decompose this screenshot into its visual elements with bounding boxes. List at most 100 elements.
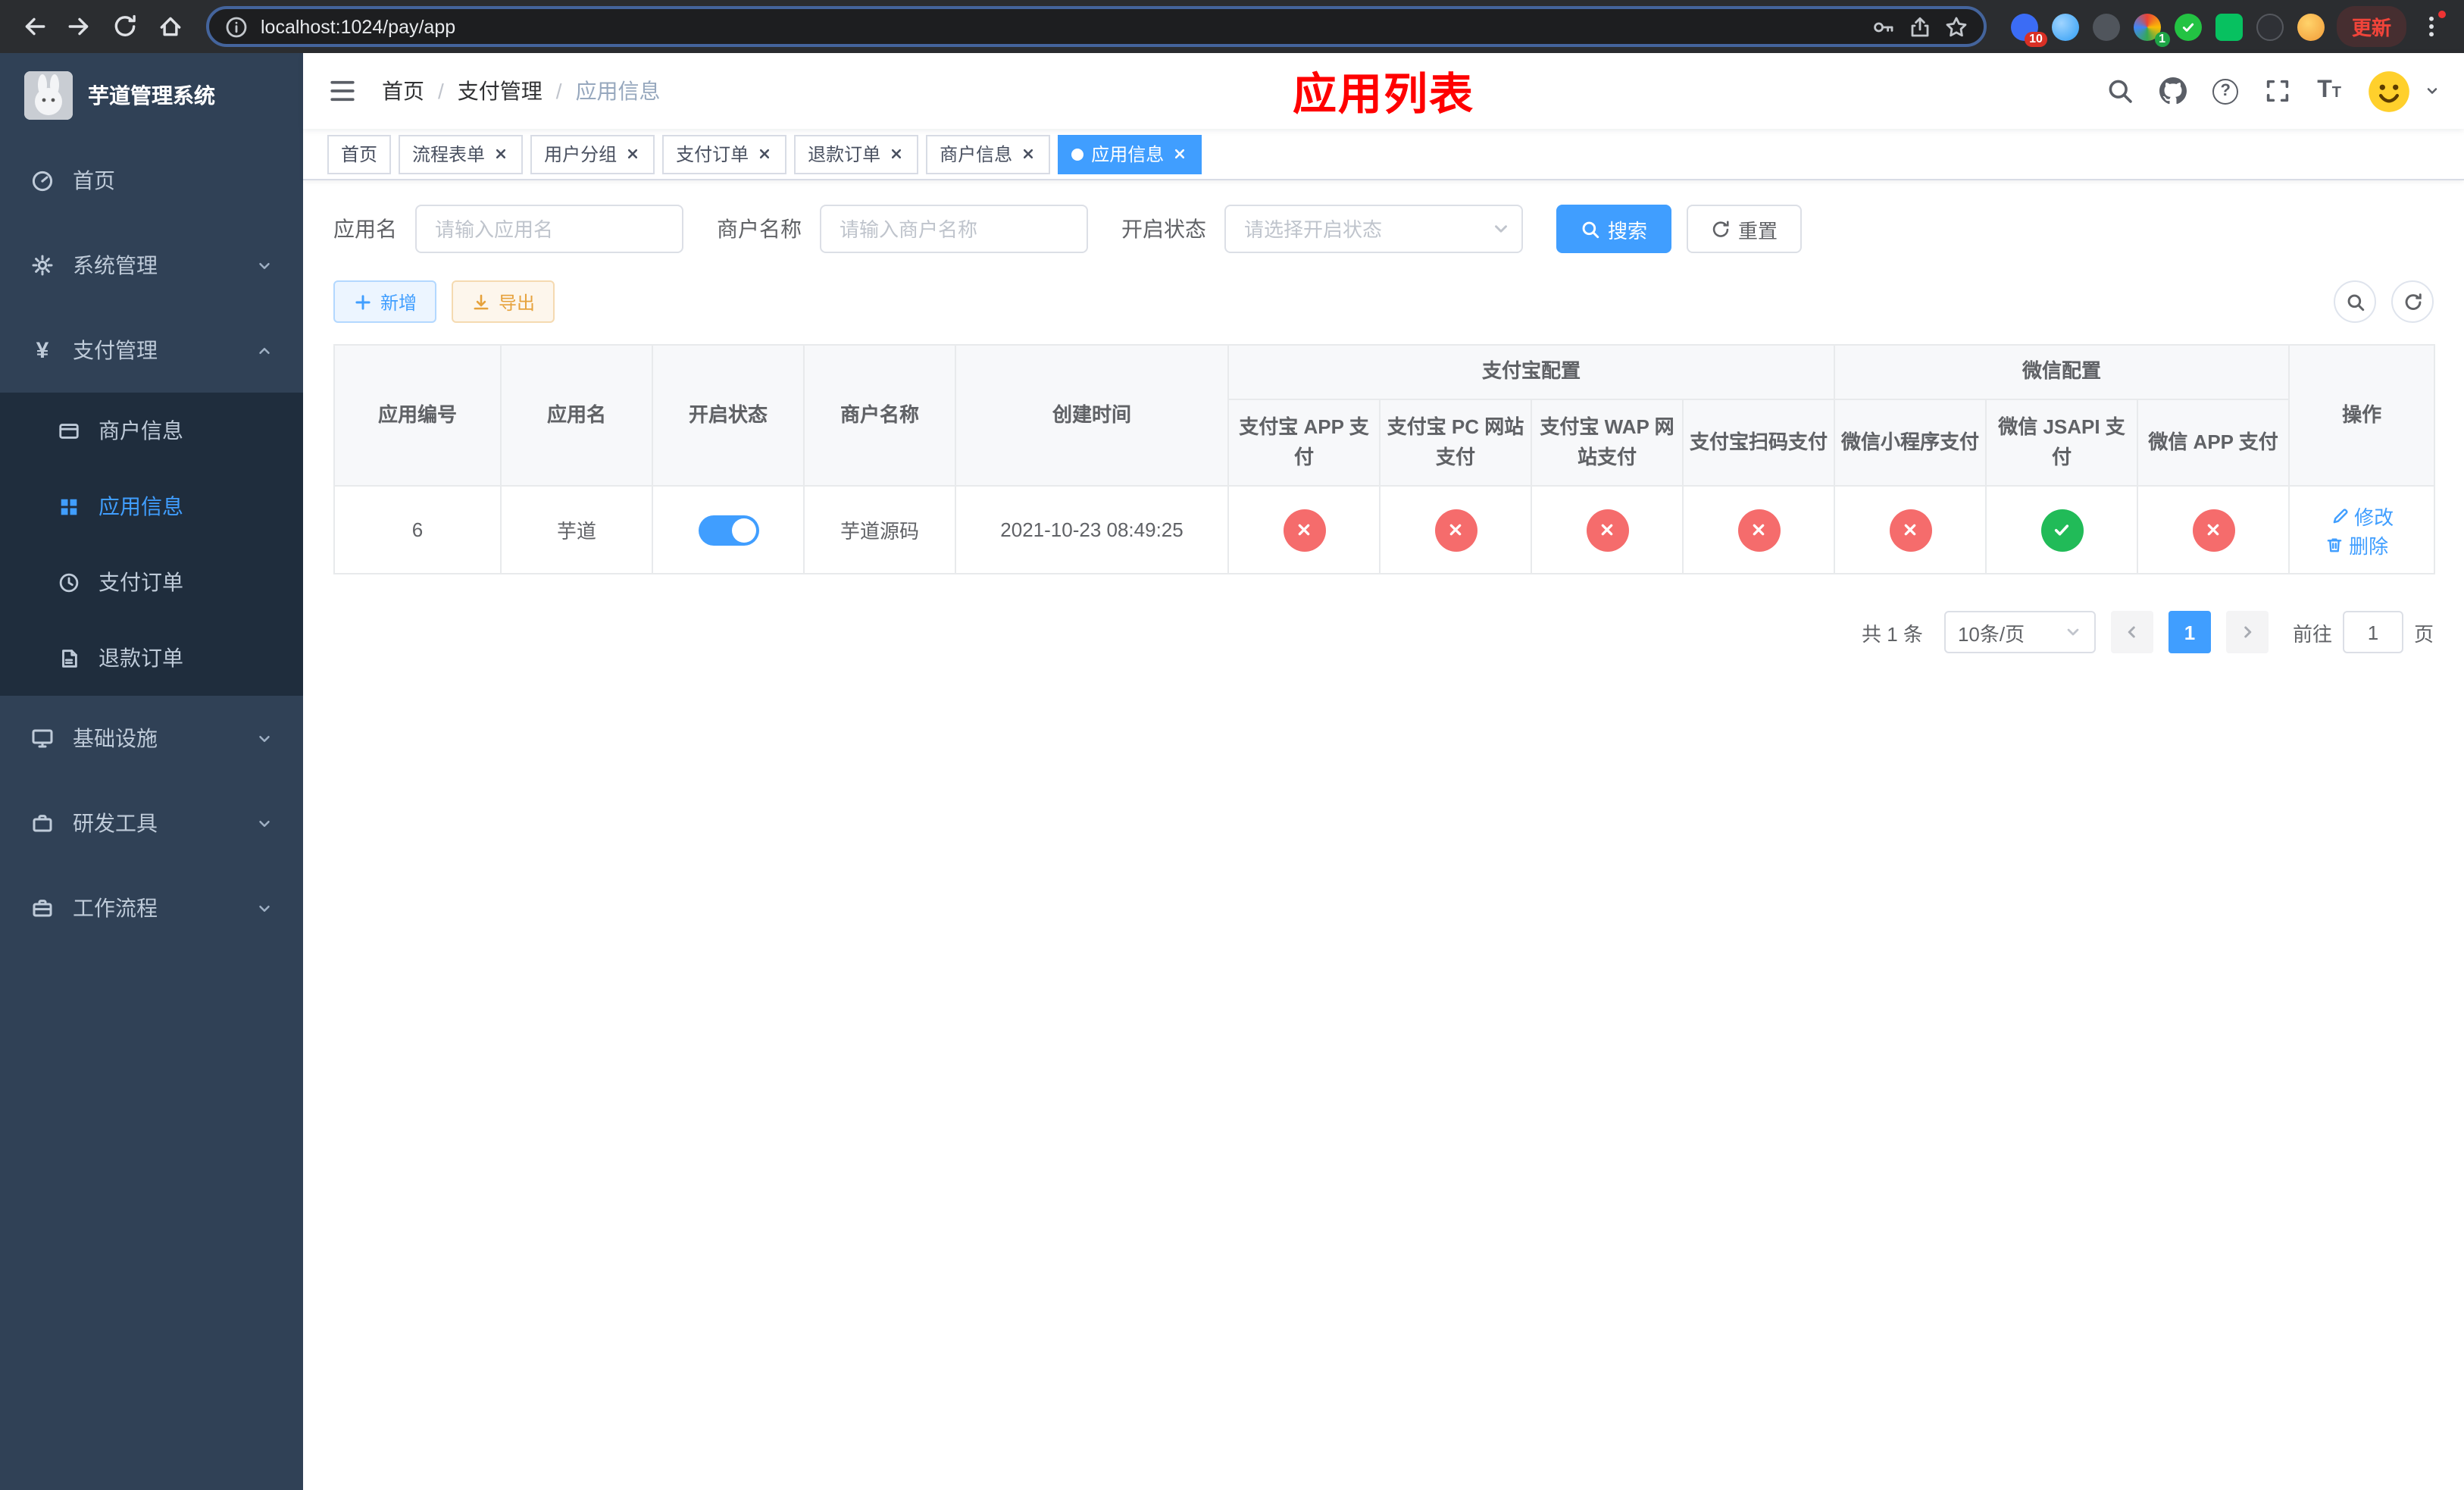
main-area: 首页 / 支付管理 / 应用信息 应用列表 ? TT 首页 流程表单 用户分组 … (303, 53, 2464, 1490)
sidebar-item-dev-tools[interactable]: 研发工具 (0, 781, 303, 866)
tab-label: 商户信息 (940, 144, 1013, 165)
extension-icon-7[interactable] (2256, 13, 2284, 40)
status-select[interactable] (1224, 205, 1523, 253)
close-icon[interactable] (888, 146, 905, 162)
goto-page-input[interactable] (2342, 611, 2403, 654)
extension-icon-4[interactable]: 1 (2133, 13, 2170, 46)
sidebar-item-label: 支付管理 (73, 338, 158, 362)
sidebar-item-payment-orders[interactable]: 支付订单 (0, 544, 303, 620)
search-icon[interactable] (2106, 77, 2134, 105)
col-header-wx-lite: 微信小程序支付 (1834, 398, 1987, 487)
search-button[interactable]: 搜索 (1556, 205, 1672, 253)
forward-button[interactable] (58, 5, 100, 48)
page-size-select[interactable]: 10条/页 (1943, 611, 2096, 654)
yuan-icon: ¥ (36, 337, 49, 363)
avatar-caret-icon[interactable] (2425, 83, 2440, 99)
font-size-large-glyph: T (2317, 77, 2332, 103)
sidebar-item-payment[interactable]: ¥ 支付管理 (0, 308, 303, 393)
merchant-name-input[interactable] (820, 205, 1088, 253)
sidebar-item-label: 首页 (73, 168, 115, 193)
page-size-value: 10条/页 (1957, 622, 2025, 646)
reload-icon (114, 14, 135, 36)
extension-badge-1: 1 (2154, 31, 2170, 46)
extension-icon-1[interactable]: 10 (2010, 13, 2047, 46)
logo[interactable]: 芋道管理系统 (0, 53, 303, 138)
status-toggle[interactable] (698, 515, 758, 546)
plus-icon (355, 294, 371, 309)
document-icon (62, 649, 77, 667)
tab-merchant-info[interactable]: 商户信息 (926, 134, 1051, 174)
extension-icon-6[interactable] (2215, 13, 2243, 40)
disabled-status-icon (1586, 509, 1628, 552)
tab-user-group[interactable]: 用户分组 (530, 134, 655, 174)
edit-link-label: 修改 (2354, 506, 2394, 529)
update-button[interactable]: 更新 (2336, 6, 2406, 47)
breadcrumb-section[interactable]: 支付管理 (458, 76, 543, 106)
extension-icon-2[interactable] (2051, 13, 2079, 40)
next-page-button[interactable] (2225, 611, 2269, 654)
chevron-down-icon (259, 262, 270, 268)
tab-label: 支付订单 (676, 144, 749, 165)
close-icon[interactable] (756, 146, 773, 162)
help-icon[interactable]: ? (2212, 78, 2239, 104)
browser-menu-button[interactable] (2409, 5, 2452, 48)
sidebar-item-system[interactable]: 系统管理 (0, 223, 303, 308)
user-avatar[interactable] (2367, 69, 2411, 113)
close-icon[interactable] (492, 146, 509, 162)
status-select-input[interactable] (1224, 205, 1523, 253)
active-tab-dot (1071, 148, 1084, 160)
address-bar[interactable]: localhost:1024/pay/app (206, 6, 1987, 47)
sidebar-item-label: 应用信息 (98, 494, 183, 518)
github-icon[interactable] (2159, 77, 2187, 105)
edit-link[interactable]: 修改 (2330, 502, 2394, 531)
bookmark-star-icon[interactable] (1944, 14, 1968, 39)
logo-avatar (24, 71, 73, 120)
export-button[interactable]: 导出 (452, 280, 555, 323)
sidebar-item-home[interactable]: 首页 (0, 138, 303, 223)
sidebar-item-refund-orders[interactable]: 退款订单 (0, 620, 303, 696)
close-icon[interactable] (1020, 146, 1037, 162)
tab-process-form[interactable]: 流程表单 (399, 134, 524, 174)
tab-app-info[interactable]: 应用信息 (1058, 134, 1202, 174)
sidebar-item-app-info[interactable]: 应用信息 (0, 468, 303, 544)
tab-home[interactable]: 首页 (327, 134, 392, 174)
back-button[interactable] (12, 5, 55, 48)
tags-bar: 首页 流程表单 用户分组 支付订单 退款订单 商户信息 应用信息 (303, 129, 2464, 180)
cell-wx-jsapi (1985, 485, 2139, 575)
tab-payment-orders[interactable]: 支付订单 (662, 134, 787, 174)
refresh-table-button[interactable] (2391, 280, 2434, 323)
sidebar-item-infrastructure[interactable]: 基础设施 (0, 696, 303, 781)
password-key-icon[interactable] (1871, 14, 1896, 39)
disabled-status-icon (2192, 509, 2235, 552)
cell-alipay-app (1227, 485, 1381, 575)
toggle-search-button[interactable] (2334, 280, 2376, 323)
font-size-icon[interactable]: TT (2317, 77, 2341, 105)
sidebar-item-workflow[interactable]: 工作流程 (0, 866, 303, 950)
reset-button[interactable]: 重置 (1687, 205, 1803, 253)
breadcrumb-home[interactable]: 首页 (382, 76, 424, 106)
fullscreen-icon[interactable] (2264, 77, 2291, 105)
reload-button[interactable] (103, 5, 145, 48)
close-icon[interactable] (624, 146, 641, 162)
delete-link-label: 删除 (2349, 534, 2389, 558)
tab-refund-orders[interactable]: 退款订单 (794, 134, 919, 174)
add-button[interactable]: 新增 (333, 280, 437, 323)
app-name-input[interactable] (415, 205, 683, 253)
sidebar-item-merchant-info[interactable]: 商户信息 (0, 393, 303, 468)
cell-created: 2021-10-23 08:49:25 (955, 485, 1229, 575)
col-header-merchant: 商户名称 (803, 343, 956, 487)
share-icon[interactable] (1908, 14, 1932, 39)
add-button-label: 新增 (380, 292, 417, 313)
extension-icon-3[interactable] (2092, 13, 2120, 40)
close-icon[interactable] (1171, 146, 1188, 162)
prev-page-button[interactable] (2110, 611, 2153, 654)
extension-icon-8[interactable] (2297, 13, 2325, 40)
chevron-down-icon (259, 735, 270, 741)
site-info-icon[interactable] (224, 14, 249, 39)
data-table: 应用编号 应用名 开启状态 商户名称 创建时间 支付宝配置 微信配置 操作 支付… (333, 343, 2436, 575)
current-page[interactable]: 1 (2168, 611, 2211, 654)
extension-icon-5[interactable] (2174, 13, 2202, 40)
sidebar-toggle-icon[interactable] (327, 76, 358, 106)
delete-link[interactable]: 删除 (2325, 531, 2388, 559)
home-button[interactable] (149, 5, 191, 48)
